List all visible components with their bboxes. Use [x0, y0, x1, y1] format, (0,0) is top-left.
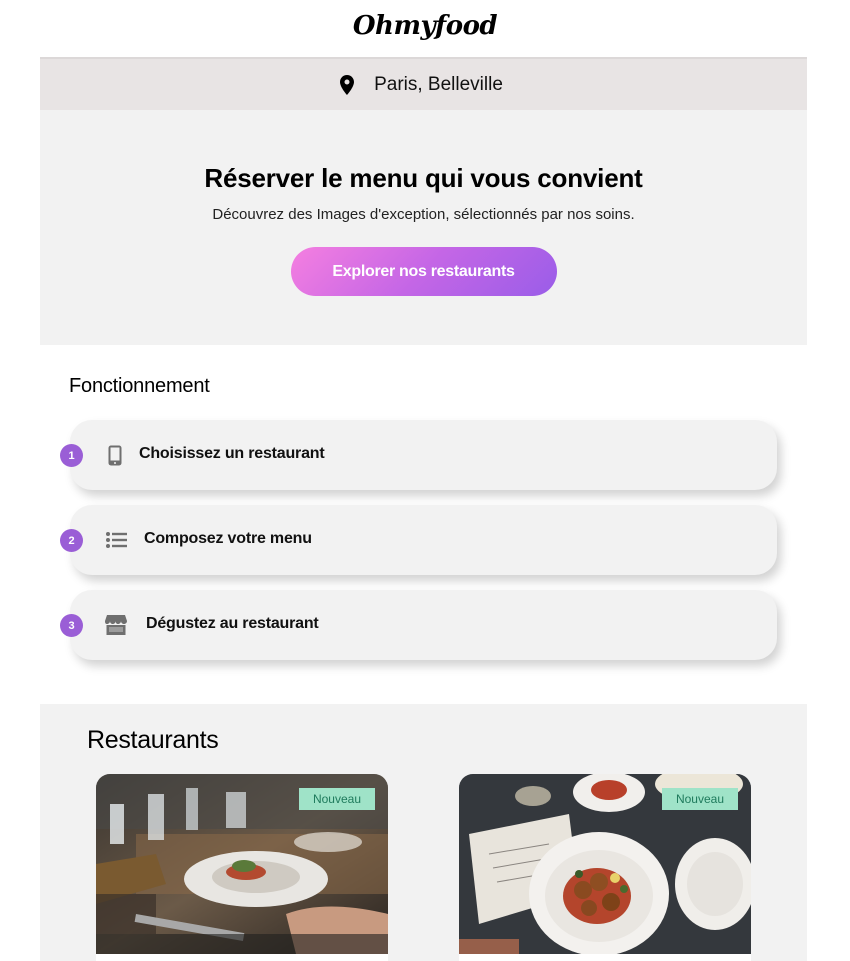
restaurant-photo: Nouveau	[459, 774, 751, 954]
section-title: Fonctionnement	[69, 375, 210, 397]
store-icon	[105, 614, 127, 636]
step-label: Dégustez au restaurant	[146, 615, 319, 632]
restaurant-card[interactable]: Nouveau	[96, 774, 388, 961]
restaurant-card[interactable]: Nouveau	[459, 774, 751, 961]
site-header: Ohmyfood	[0, 0, 850, 57]
restaurants-section: Restaurants Nouveau Nouveau	[40, 704, 807, 961]
location-bar[interactable]: Paris, Belleville	[40, 57, 807, 110]
how-it-works-section: Fonctionnement 1 Choisissez un restauran…	[40, 345, 807, 705]
restaurant-photo: Nouveau	[96, 774, 388, 954]
explore-restaurants-button[interactable]: Explorer nos restaurants	[290, 247, 557, 296]
section-title: Restaurants	[87, 726, 219, 754]
step-item-2[interactable]: 2 Composez votre menu	[60, 505, 777, 575]
step-item-1[interactable]: 1 Choisissez un restaurant	[60, 420, 777, 490]
list-icon	[105, 529, 127, 551]
hero-title: Réserver le menu qui vous convient	[204, 163, 643, 193]
map-pin-icon	[340, 74, 355, 95]
step-number: 3	[60, 614, 83, 637]
smartphone-icon	[104, 444, 126, 466]
location-text: Paris, Belleville	[374, 73, 503, 95]
new-badge: Nouveau	[662, 788, 738, 810]
hero-subtitle: Découvrez des Images d'exception, sélect…	[212, 206, 635, 223]
new-badge: Nouveau	[299, 788, 375, 810]
hero-section: Réserver le menu qui vous convient Décou…	[40, 110, 807, 345]
step-item-3[interactable]: 3 Dégustez au restaurant	[60, 590, 777, 660]
logo[interactable]: Ohmyfood	[353, 11, 498, 41]
step-number: 2	[60, 529, 83, 552]
step-label: Composez votre menu	[144, 530, 312, 547]
step-number: 1	[60, 444, 83, 467]
step-label: Choisissez un restaurant	[139, 445, 325, 462]
